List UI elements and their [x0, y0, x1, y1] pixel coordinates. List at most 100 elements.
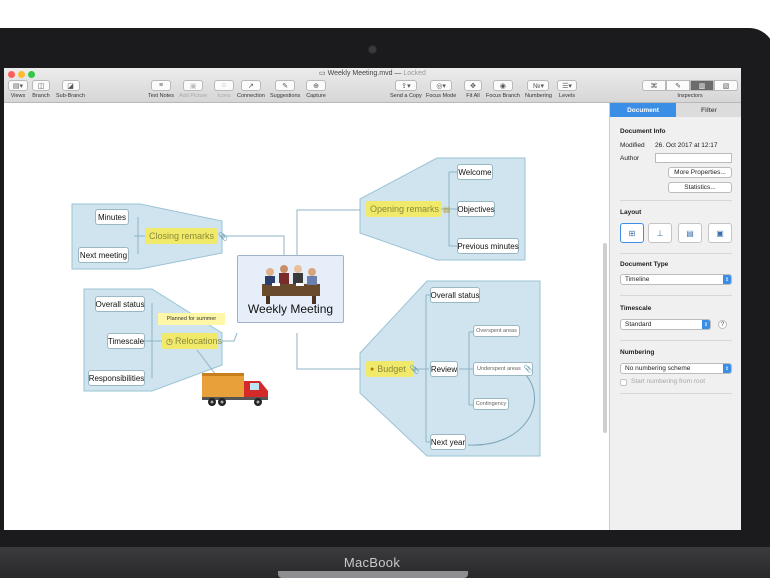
review-child-2[interactable]: Underspent areas 📎 [473, 362, 533, 376]
relocations-child-2[interactable]: Timescale [107, 333, 145, 349]
opening-remarks-topic[interactable]: Opening remarks ▤ [366, 201, 451, 217]
capture-button[interactable]: ⊕ Capture [306, 80, 326, 99]
views-button[interactable]: ▤▾ Views [8, 80, 28, 99]
mindmap-layout-icon: ⊞ [628, 228, 636, 238]
numbering-select[interactable]: No numbering scheme ⇕ [620, 363, 732, 374]
opening-child-3[interactable]: Previous minutes [457, 238, 519, 254]
tab-filter[interactable]: Filter [676, 103, 741, 117]
relocations-topic[interactable]: ◷ Relocations [162, 333, 222, 349]
camera-icon [369, 46, 376, 53]
review-child-3[interactable]: Contingency [473, 398, 509, 410]
layout-timeline-button[interactable]: ▣ [708, 223, 732, 243]
suggestions-icon: ✎ [275, 80, 296, 91]
opening-child-1[interactable]: Welcome [457, 164, 493, 180]
branch-button[interactable]: ◫ Branch [32, 80, 50, 99]
meeting-picture [262, 265, 320, 304]
budget-child-2[interactable]: Review [430, 361, 458, 377]
document-type-heading: Document Type [620, 261, 669, 268]
review-child-2-label: Underspent areas [477, 366, 521, 372]
budget-label: Budget [377, 364, 406, 374]
tab-document[interactable]: Document [610, 103, 676, 117]
attachment-icon: 📎 [218, 231, 228, 241]
numbering-heading: Numbering [620, 349, 655, 356]
chevron-updown-icon: ⇕ [723, 275, 731, 284]
review-child-1[interactable]: Overspent areas [473, 325, 520, 337]
more-properties-button[interactable]: More Properties... [668, 167, 732, 178]
inspector-panel: Document Filter Document Info Modified 2… [609, 103, 741, 530]
budget-child-1[interactable]: Overall status [430, 287, 480, 303]
window-title: ▭ Weekly Meeting.mvd — Locked [4, 69, 741, 77]
tree-layout-icon: ⊥ [656, 228, 664, 238]
timescale-value: Standard [625, 321, 652, 328]
timeline-layout-icon: ▣ [716, 228, 724, 238]
relocations-label: Relocations [174, 336, 223, 346]
closing-remarks-topic[interactable]: Closing remarks 📎 [145, 228, 228, 244]
start-from-root-label: Start numbering from root [631, 378, 706, 385]
style-inspector-icon[interactable]: ✎ [666, 80, 690, 91]
title-bar: ▭ Weekly Meeting.mvd — Locked ▤▾ Views ◫ B… [4, 68, 741, 103]
layout-mindmap-button[interactable]: ⊞ [620, 223, 644, 243]
author-field[interactable] [655, 153, 732, 163]
inspector-tabs: Document Filter [610, 103, 741, 117]
central-topic[interactable]: Weekly Meeting [237, 255, 344, 323]
attachment-icon: 📎 [409, 364, 420, 374]
suggestions-button[interactable]: ✎ Suggestions [270, 80, 300, 99]
relocations-child-1[interactable]: Overall status [95, 296, 145, 312]
closing-remarks-label: Closing remarks [149, 231, 215, 241]
add-picture-button[interactable]: ▣ Add Picture [179, 80, 207, 99]
statistics-button[interactable]: Statistics... [668, 182, 732, 193]
relocations-note[interactable]: Planned for summer [158, 313, 225, 325]
title-separator: — [394, 70, 402, 77]
opening-child-2[interactable]: Objectives [457, 201, 495, 217]
timescale-select[interactable]: Standard ⇕ [620, 319, 711, 330]
inspectors-toolbar: ⌘ ✎ ▥ ▧ Inspectors [642, 80, 738, 99]
divider [620, 200, 732, 201]
budget-child-3[interactable]: Next year [430, 434, 466, 450]
outline-inspector-icon[interactable]: ⌘ [642, 80, 666, 91]
chevron-updown-icon: ⇕ [723, 364, 731, 373]
focus-branch-button[interactable]: ◉ Focus Branch [486, 80, 520, 99]
budget-topic[interactable]: ● Budget 📎 [366, 361, 420, 377]
picture-icon: ▣ [183, 80, 204, 91]
closing-child-2[interactable]: Next meeting [78, 247, 129, 263]
divider [620, 340, 732, 341]
numbering-button[interactable]: №▾ Numbering [525, 80, 552, 99]
timescale-heading: Timescale [620, 305, 652, 312]
icons-button[interactable]: ☺ Icons [214, 80, 234, 99]
closing-child-1[interactable]: Minutes [95, 209, 129, 225]
capture-icon: ⊕ [306, 80, 326, 91]
send-a-copy-button[interactable]: ⇪▾ Send a Copy [390, 80, 422, 99]
connection-button[interactable]: ↗ Connection [237, 80, 265, 99]
sub-branch-button[interactable]: ◪ Sub-Branch [56, 80, 85, 99]
numbering-icon: №▾ [527, 80, 550, 91]
layout-outline-button[interactable]: ▤ [678, 223, 702, 243]
divider [620, 295, 732, 296]
start-from-root-checkbox[interactable] [620, 379, 627, 386]
modified-value: 26. Oct 2017 at 12:17 [655, 142, 718, 149]
attachment-icon: 📎 [523, 366, 533, 373]
document-icon: ▭ [319, 70, 326, 77]
central-topic-label: Weekly Meeting [247, 302, 334, 316]
layout-heading: Layout [620, 209, 642, 216]
document-inspector-icon[interactable]: ▥ [690, 80, 714, 91]
text-notes-button[interactable]: ≡ Text Notes [148, 80, 174, 99]
euro-icon: ● [370, 365, 375, 373]
document-type-select[interactable]: Timeline ⇕ [620, 274, 732, 285]
levels-button[interactable]: ☰▾ Levels [557, 80, 577, 99]
vertical-scrollbar[interactable] [603, 243, 607, 433]
relocations-child-3[interactable]: Responsibilities [88, 370, 145, 386]
views-icon: ▤▾ [8, 80, 28, 91]
divider [620, 393, 732, 394]
layout-tree-button[interactable]: ⊥ [648, 223, 672, 243]
laptop-hinge [278, 571, 468, 578]
sub-branch-icon: ◪ [61, 80, 80, 91]
text-notes-icon: ≡ [150, 80, 171, 91]
stage: ▭ Weekly Meeting.mvd — Locked ▤▾ Views ◫ B… [0, 0, 770, 578]
focus-mode-button[interactable]: ◎▾ Focus Mode [426, 80, 456, 99]
branch-icon: ◫ [32, 80, 50, 91]
fit-all-button[interactable]: ✥ Fit All [464, 80, 482, 99]
media-inspector-icon[interactable]: ▧ [714, 80, 738, 91]
mindmap-canvas[interactable]: Weekly Meeting Minutes Next meeting Clos… [4, 103, 609, 530]
document-type-value: Timeline [625, 276, 650, 283]
help-button[interactable]: ? [718, 320, 727, 329]
